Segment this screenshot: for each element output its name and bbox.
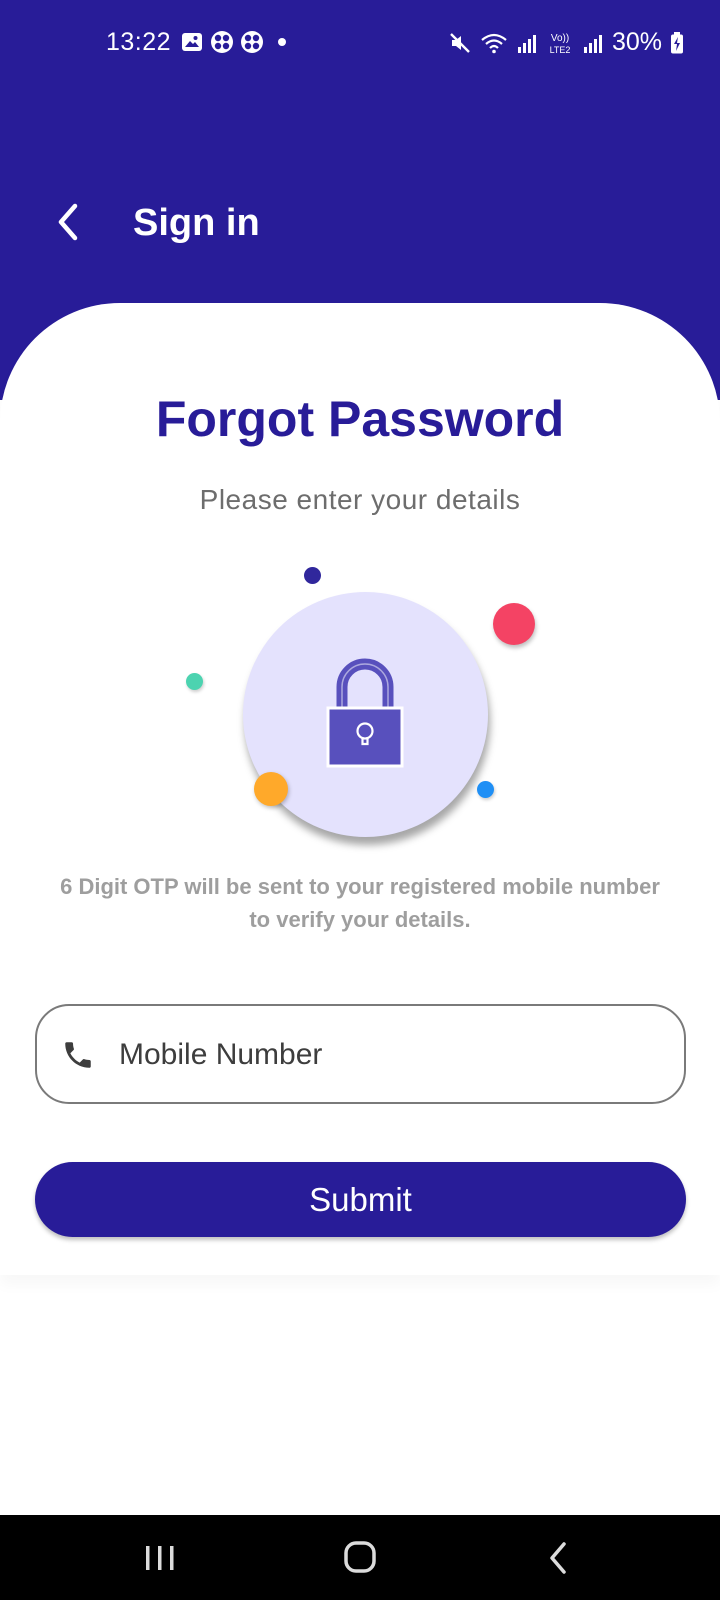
svg-text:LTE2: LTE2 bbox=[550, 45, 571, 55]
mobile-number-field[interactable] bbox=[35, 1004, 686, 1104]
svg-text:Vo)): Vo)) bbox=[551, 33, 569, 44]
status-time: 13:22 bbox=[106, 28, 172, 56]
system-nav-bar bbox=[0, 1515, 720, 1600]
decor-dot-red bbox=[493, 603, 535, 645]
page-title: Forgot Password bbox=[155, 391, 565, 447]
phone-icon bbox=[65, 1042, 91, 1068]
top-app-bar: Sign in bbox=[0, 180, 720, 270]
battery-charging-icon bbox=[671, 31, 683, 53]
decor-dot-orange bbox=[254, 772, 288, 806]
decor-dot-blue bbox=[477, 781, 494, 798]
recents-icon[interactable] bbox=[140, 1540, 180, 1576]
back-button[interactable] bbox=[40, 194, 96, 250]
pinwheel-icon bbox=[241, 31, 263, 53]
signal-icon bbox=[583, 34, 602, 53]
chevron-left-icon bbox=[58, 203, 78, 241]
decor-dot-navy bbox=[304, 567, 321, 584]
lock-illustration bbox=[0, 540, 720, 860]
status-left-icons bbox=[180, 30, 286, 54]
submit-button[interactable]: Submit bbox=[35, 1162, 686, 1237]
wifi-icon bbox=[481, 33, 507, 53]
mute-icon bbox=[450, 32, 470, 53]
mobile-number-input[interactable] bbox=[119, 1026, 659, 1084]
signal-icon bbox=[517, 34, 536, 53]
otp-info-text: 6 Digit OTP will be sent to your registe… bbox=[60, 874, 660, 932]
gallery-icon bbox=[182, 33, 202, 51]
pinwheel-icon bbox=[211, 31, 233, 53]
status-bar: 13:22 Vo)) LTE2 30% bbox=[0, 0, 720, 90]
page-subtitle: Please enter your details bbox=[199, 484, 521, 515]
home-icon[interactable] bbox=[340, 1540, 380, 1576]
padlock-icon bbox=[326, 658, 404, 768]
notification-dot-icon bbox=[278, 38, 286, 46]
topbar-title: Sign in bbox=[133, 202, 260, 244]
volte-lte2-icon: Vo))LTE2 bbox=[550, 33, 571, 55]
status-right-icons: Vo)) LTE2 30% bbox=[448, 28, 684, 57]
back-icon[interactable] bbox=[540, 1540, 580, 1576]
battery-percent: 30% bbox=[611, 28, 662, 56]
decor-dot-teal bbox=[186, 673, 203, 690]
